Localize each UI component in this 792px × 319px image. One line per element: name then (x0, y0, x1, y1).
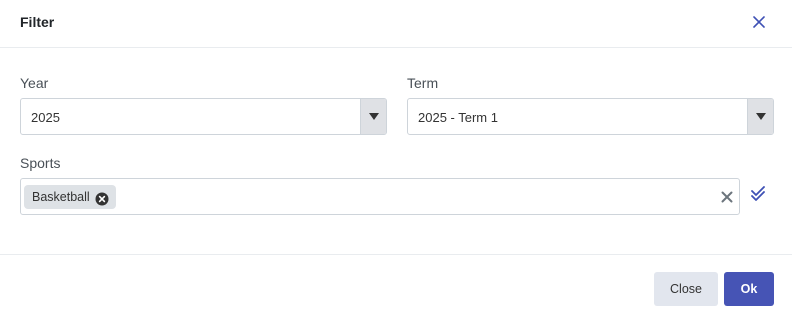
sport-chip: Basketball (24, 185, 116, 209)
term-dropdown-button[interactable] (747, 99, 773, 134)
circle-x-icon[interactable] (95, 190, 109, 206)
term-select[interactable]: 2025 - Term 1 (407, 98, 774, 135)
year-label: Year (20, 75, 49, 91)
dialog-footer: Close Ok (0, 254, 792, 319)
clear-selection-icon[interactable] (720, 190, 734, 204)
sport-chip-label: Basketball (32, 190, 90, 204)
year-value: 2025 (31, 110, 60, 125)
term-value: 2025 - Term 1 (418, 110, 498, 125)
triangle-down-icon (369, 113, 379, 120)
sports-multiselect[interactable]: Basketball (20, 178, 740, 215)
double-check-icon[interactable] (750, 186, 768, 202)
year-select[interactable]: 2025 (20, 98, 387, 135)
dialog-header: Filter (0, 0, 792, 48)
term-label: Term (407, 75, 439, 91)
dialog-title: Filter (20, 14, 55, 30)
close-button[interactable]: Close (654, 272, 718, 306)
close-icon[interactable] (749, 12, 769, 32)
sports-label: Sports (20, 155, 61, 171)
year-dropdown-button[interactable] (360, 99, 386, 134)
triangle-down-icon (756, 113, 766, 120)
ok-button[interactable]: Ok (724, 272, 774, 306)
